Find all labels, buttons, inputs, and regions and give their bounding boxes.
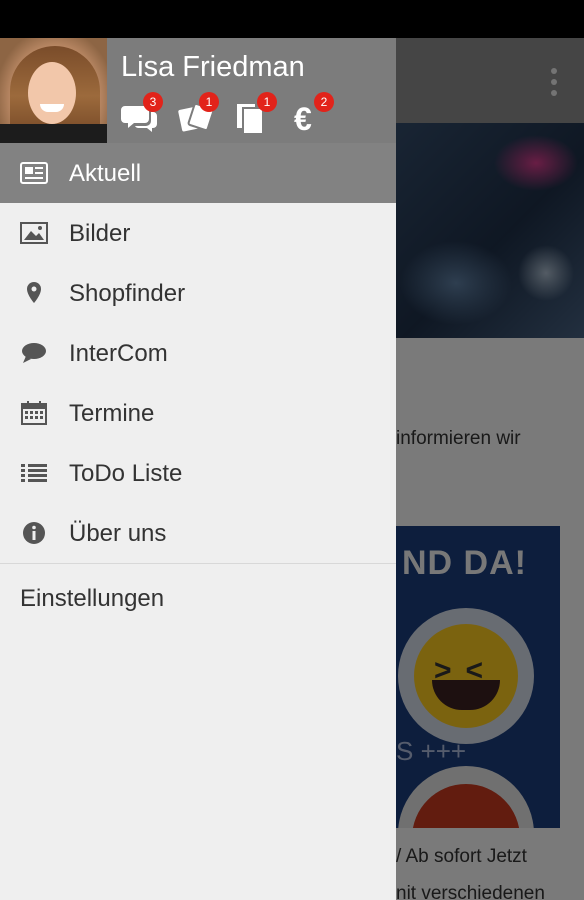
- menu-label: Shopfinder: [69, 280, 186, 307]
- menu-label: ToDo Liste: [69, 460, 183, 487]
- menu-item-todo-liste[interactable]: ToDo Liste: [0, 443, 396, 503]
- menu-label: Termine: [69, 400, 155, 427]
- menu-label: Bilder: [69, 220, 131, 247]
- settings-item[interactable]: Einstellungen: [20, 585, 164, 613]
- menu-item-aktuell[interactable]: Aktuell: [0, 143, 396, 203]
- newspaper-icon: [20, 160, 48, 186]
- menu-label: InterCom: [69, 340, 168, 367]
- avatar[interactable]: [0, 38, 107, 143]
- menu-item-intercom[interactable]: InterCom: [0, 323, 396, 383]
- svg-text:€: €: [294, 101, 312, 134]
- menu-item-shopfinder[interactable]: Shopfinder: [0, 263, 396, 323]
- map-pin-icon: [20, 280, 48, 306]
- navigation-drawer: Lisa Friedman 3 1 1 € 2 Aktuell Bilder S…: [0, 38, 396, 900]
- menu-label: Aktuell: [69, 160, 142, 187]
- documents-icon[interactable]: 1: [235, 92, 277, 134]
- documents-badge: 1: [257, 92, 277, 112]
- status-bar: [0, 0, 584, 38]
- chat-bubble-icon: [20, 340, 48, 366]
- calendar-icon: [20, 400, 48, 426]
- chat-badge: 3: [143, 92, 163, 112]
- menu-divider: [0, 563, 396, 564]
- euro-badge: 2: [314, 92, 334, 112]
- list-icon: [20, 460, 48, 486]
- drawer-header: Lisa Friedman 3 1 1 € 2: [0, 38, 396, 143]
- image-icon: [20, 220, 48, 246]
- info-icon: [20, 520, 48, 546]
- menu-item-ueber-uns[interactable]: Über uns: [0, 503, 396, 563]
- tickets-badge: 1: [199, 92, 219, 112]
- euro-icon[interactable]: € 2: [292, 92, 334, 134]
- menu-item-termine[interactable]: Termine: [0, 383, 396, 443]
- menu-label: Über uns: [69, 520, 167, 547]
- user-name: Lisa Friedman: [121, 51, 305, 83]
- chat-bubbles-icon[interactable]: 3: [121, 92, 163, 134]
- menu-item-bilder[interactable]: Bilder: [0, 203, 396, 263]
- tickets-icon[interactable]: 1: [177, 92, 219, 134]
